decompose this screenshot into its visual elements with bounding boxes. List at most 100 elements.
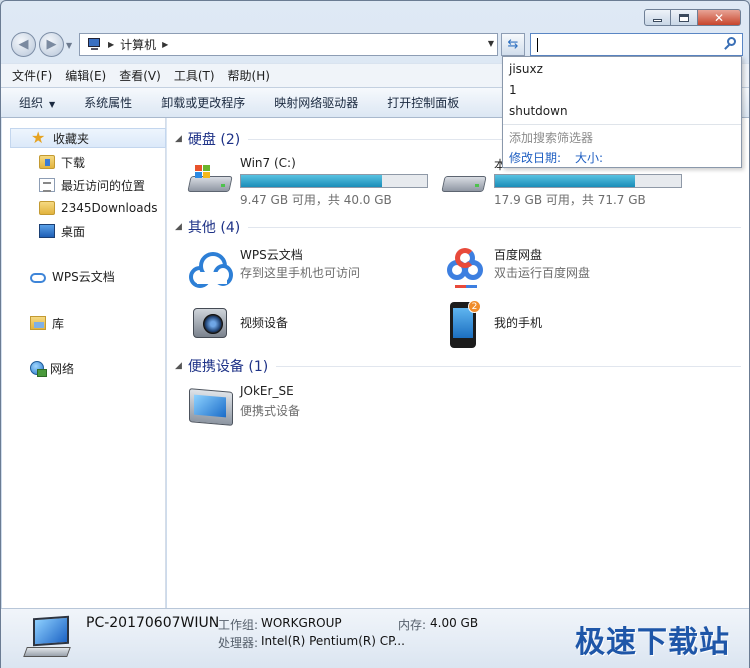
network-icon: [30, 361, 47, 377]
menu-help[interactable]: 帮助(H): [228, 67, 270, 84]
address-dropdown-icon[interactable]: ▼: [488, 39, 494, 48]
computer-icon: [86, 38, 102, 51]
refresh-button[interactable]: ⇆: [501, 33, 525, 56]
library-icon: [30, 316, 46, 330]
item-name: 百度网盘: [494, 248, 543, 262]
phone-icon: 2: [450, 300, 481, 348]
item-description: 双击运行百度网盘: [494, 266, 591, 280]
search-icon[interactable]: [724, 37, 737, 51]
sidebar-item-downloads[interactable]: 下载: [39, 152, 85, 172]
back-button[interactable]: ◀: [11, 32, 36, 57]
recent-pages-dropdown[interactable]: ▼: [66, 41, 72, 50]
my-phone[interactable]: 2 我的手机: [441, 298, 671, 348]
search-suggestion[interactable]: 1: [509, 83, 517, 97]
text-caret: [537, 37, 538, 52]
explorer-window: ✕ ◀ ▶ ▼ ▶ 计算机 ▶ ▼ ⇆ 文件(F) 编辑(E) 查看(V) 工具…: [0, 0, 750, 668]
refresh-icon: ⇆: [507, 37, 519, 52]
group-header-other[interactable]: ◢ 其他 (4): [175, 217, 741, 237]
details-pane: PC-20170607WIUN 工作组: WORKGROUP 内存: 4.00 …: [1, 608, 749, 668]
system-drive-icon: [187, 162, 233, 196]
drive-c[interactable]: Win7 (C:) 9.47 GB 可用，共 40.0 GB: [187, 154, 437, 210]
drive-usage-fill: [241, 175, 383, 187]
sidebar-item-recent-places[interactable]: 最近访问的位置: [39, 175, 145, 195]
breadcrumb-separator-icon[interactable]: ▶: [108, 40, 114, 49]
minimize-button[interactable]: [644, 9, 671, 26]
system-properties-button[interactable]: 系统属性: [84, 94, 132, 111]
divider: [276, 365, 741, 367]
organize-label: 组织: [19, 96, 44, 110]
close-icon: ✕: [713, 10, 725, 25]
memory-value: 4.00 GB: [430, 616, 479, 630]
item-description: 便携式设备: [240, 404, 301, 418]
filter-size[interactable]: 大小:: [575, 149, 603, 166]
sidebar-item-label: 网络: [50, 361, 75, 376]
drive-name: Win7 (C:): [240, 156, 296, 170]
drive-usage-fill: [495, 175, 635, 187]
cloud-icon: [30, 272, 46, 283]
forward-button[interactable]: ▶: [39, 32, 64, 57]
add-search-filter-label: 添加搜索筛选器: [509, 131, 594, 145]
address-bar[interactable]: ▶ 计算机 ▶ ▼: [79, 33, 498, 56]
maximize-button[interactable]: [671, 9, 698, 26]
group-header-portable[interactable]: ◢ 便携设备 (1): [175, 356, 741, 376]
sidebar-item-label: 2345Downloads: [61, 201, 158, 215]
portable-device-icon: [187, 388, 235, 428]
processor-label: 处理器:: [218, 636, 259, 650]
sidebar-item-label: 最近访问的位置: [61, 178, 146, 193]
uninstall-program-button[interactable]: 卸载或更改程序: [161, 94, 245, 111]
sidebar-item-label: 收藏夹: [53, 131, 90, 146]
open-control-panel-button[interactable]: 打开控制面板: [387, 94, 459, 111]
forward-arrow-icon: ▶: [46, 37, 57, 52]
memory-label: 内存:: [398, 618, 427, 632]
workgroup-label: 工作组:: [218, 618, 259, 632]
menu-view[interactable]: 查看(V): [119, 67, 161, 84]
workgroup-value: WORKGROUP: [261, 616, 342, 630]
portable-device-joker[interactable]: JOkEr_SE 便携式设备: [187, 382, 417, 432]
drive-free-space: 9.47 GB 可用，共 40.0 GB: [240, 193, 392, 207]
close-button[interactable]: ✕: [698, 9, 741, 26]
video-device[interactable]: 视频设备: [187, 298, 417, 348]
organize-button[interactable]: 组织 ▼: [19, 94, 55, 111]
divider: [248, 226, 741, 228]
search-suggestion[interactable]: shutdown: [509, 104, 568, 118]
sidebar-item-label: 库: [52, 316, 65, 331]
minimize-icon: [653, 19, 662, 22]
sidebar-item-network[interactable]: 网络: [30, 358, 74, 378]
computer-icon: [23, 615, 73, 661]
title-buttons: ✕: [644, 9, 741, 26]
sidebar-item-wps[interactable]: WPS云文档: [30, 266, 115, 286]
content-pane: ◢ 硬盘 (2) Win7 (C:) 9.47 GB 可用，共 40.0 GB …: [167, 118, 749, 608]
filter-date-modified[interactable]: 修改日期:: [509, 149, 561, 166]
sidebar-item-label: 下载: [61, 155, 86, 170]
breadcrumb-computer[interactable]: 计算机: [120, 36, 156, 53]
item-description: 存到这里手机也可访问: [240, 266, 361, 280]
downloads-folder-icon: [39, 155, 55, 169]
desktop-icon: [39, 224, 55, 238]
menu-edit[interactable]: 编辑(E): [65, 67, 106, 84]
search-suggestions-dropdown: jisuxz 1 shutdown 添加搜索筛选器 修改日期: 大小:: [502, 56, 742, 168]
sidebar-item-library[interactable]: 库: [30, 313, 64, 333]
group-title: 便携设备 (1): [187, 359, 269, 375]
map-network-drive-button[interactable]: 映射网络驱动器: [274, 94, 358, 111]
collapse-icon: ◢: [175, 134, 182, 144]
collapse-icon: ◢: [175, 222, 182, 232]
maximize-icon: [679, 13, 689, 22]
baidu-netdisk[interactable]: 百度网盘 双击运行百度网盘: [441, 244, 671, 294]
item-name: JOkEr_SE: [240, 384, 294, 398]
sidebar-item-2345downloads[interactable]: 2345Downloads: [39, 198, 157, 218]
collapse-icon: ◢: [175, 361, 182, 371]
menu-file[interactable]: 文件(F): [12, 67, 52, 84]
sidebar-item-favorites[interactable]: ★ 收藏夹: [10, 128, 166, 148]
breadcrumb-separator-icon[interactable]: ▶: [162, 40, 168, 49]
divider: [503, 124, 741, 125]
watermark-logo: 极速下载站: [575, 625, 730, 660]
computer-name: PC-20170607WIUN: [86, 615, 220, 631]
sidebar-item-desktop[interactable]: 桌面: [39, 221, 85, 241]
menu-tools[interactable]: 工具(T): [174, 67, 215, 84]
search-input[interactable]: [530, 33, 743, 56]
drive-free-space: 17.9 GB 可用，共 71.7 GB: [494, 193, 646, 207]
search-suggestion[interactable]: jisuxz: [509, 62, 543, 76]
back-arrow-icon: ◀: [18, 37, 29, 52]
wps-cloud-docs[interactable]: WPS云文档 存到这里手机也可访问: [187, 244, 417, 294]
hard-drive-icon: [441, 162, 487, 196]
